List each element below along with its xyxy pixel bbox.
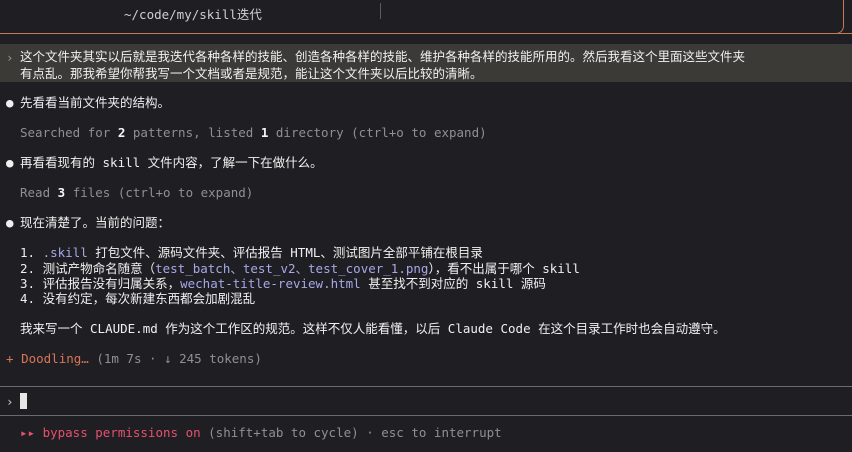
bullet-icon: ● bbox=[6, 215, 14, 230]
status-detail: (1m 7s · ↓ 245 tokens) bbox=[88, 351, 262, 366]
header-corner bbox=[834, 0, 844, 34]
bypass-permissions-indicator[interactable]: ▸▸ bypass permissions on bbox=[20, 425, 201, 440]
user-message-line-1: 这个文件夹其实以后就是我迭代各种各样的技能、创造各种各样的技能、维护各种各样的技… bbox=[20, 49, 746, 64]
issue-item-1: 1. .skill 打包文件、源码文件夹、评估报告 HTML、测试图片全部平铺在… bbox=[20, 245, 483, 260]
step-2-text: 再看看现有的 skill 文件内容，了解一下在做什么。 bbox=[20, 155, 323, 170]
step-1-detail[interactable]: Searched for 2 patterns, listed 1 direct… bbox=[20, 124, 487, 141]
step-3-text: 现在清楚了。当前的问题： bbox=[20, 215, 171, 230]
text-cursor bbox=[20, 393, 27, 409]
user-message-line-2: 有点乱。那我希望你帮我写一个文档或者是规范，能让这个文件夹以后比较的清晰。 bbox=[20, 66, 483, 81]
current-path: ~/code/my/skill迭代 bbox=[124, 7, 262, 22]
step-2-detail[interactable]: Read 3 files (ctrl+o to expand) bbox=[20, 184, 253, 201]
bullet-icon: ● bbox=[6, 95, 14, 110]
bullet-icon: ● bbox=[6, 155, 14, 170]
status-line: + Doodling… (1m 7s · ↓ 245 tokens) bbox=[6, 350, 262, 367]
footer-hint: (shift+tab to cycle) · esc to interrupt bbox=[200, 425, 502, 440]
header-divider bbox=[380, 3, 381, 19]
status-label: Doodling… bbox=[21, 351, 89, 366]
spinner-icon: + bbox=[6, 351, 14, 366]
user-prompt-caret-icon: › bbox=[6, 50, 14, 65]
conclusion-text: 我来写一个 CLAUDE.md 作为这个工作区的规范。这样不仅人能看懂，以后 C… bbox=[20, 321, 726, 336]
step-1-text: 先看看当前文件夹的结构。 bbox=[20, 95, 171, 110]
top-panel: ~/code/my/skill迭代 bbox=[0, 0, 852, 34]
footer-status: ▸▸ bypass permissions on (shift+tab to c… bbox=[20, 425, 502, 440]
user-message: › 这个文件夹其实以后就是我迭代各种各样的技能、创造各种各样的技能、维护各种各样… bbox=[0, 44, 852, 82]
prompt-input[interactable]: › bbox=[0, 386, 852, 416]
prompt-caret-icon: › bbox=[6, 394, 14, 409]
issue-item-4: 4. 没有约定，每次新建东西都会加剧混乱 bbox=[20, 291, 256, 306]
